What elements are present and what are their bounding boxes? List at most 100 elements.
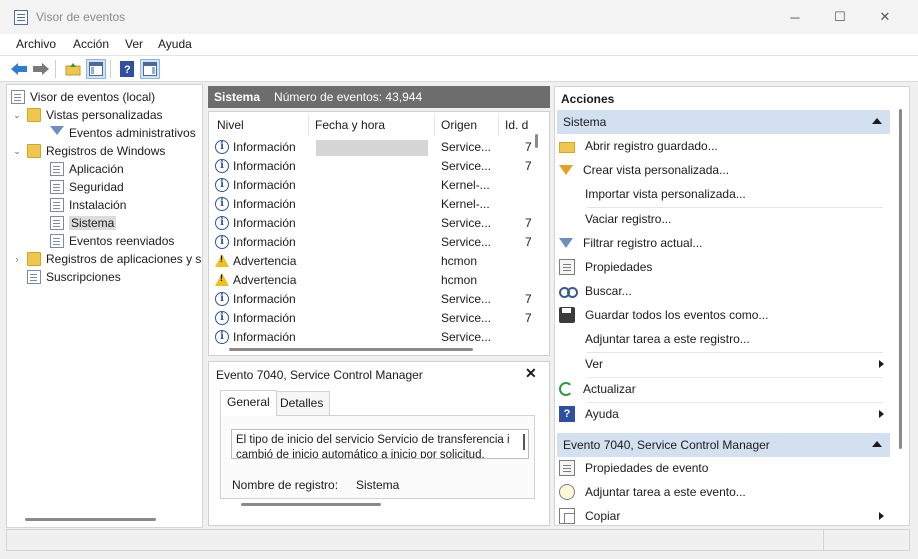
show-hide-tree-icon[interactable] bbox=[86, 59, 106, 79]
collapse-caret-icon[interactable] bbox=[872, 118, 882, 124]
event-id: 7 bbox=[525, 159, 532, 173]
blank-icon bbox=[559, 211, 575, 227]
close-button[interactable]: ✕ bbox=[862, 4, 908, 30]
up-folder-icon[interactable] bbox=[63, 59, 83, 79]
collapse-chevron-icon[interactable]: ⌄ bbox=[11, 146, 23, 157]
action-label: Ver bbox=[585, 357, 604, 371]
action-save-all-events[interactable]: Guardar todos los eventos como... bbox=[559, 304, 888, 326]
minimize-button[interactable]: ─ bbox=[772, 4, 818, 30]
collapse-chevron-icon[interactable]: ⌄ bbox=[11, 110, 23, 121]
information-icon: i bbox=[215, 311, 229, 325]
action-clear-log[interactable]: Vaciar registro... bbox=[559, 208, 888, 230]
expand-chevron-icon[interactable]: › bbox=[11, 254, 23, 264]
event-id: 7 bbox=[525, 292, 532, 306]
action-filter-current-log[interactable]: Filtrar registro actual... bbox=[559, 232, 888, 254]
description-scrollbar[interactable] bbox=[523, 434, 525, 450]
tree-item-apps-services-logs[interactable]: › Registros de aplicaciones y s bbox=[11, 250, 201, 268]
event-source: Service... bbox=[441, 311, 492, 325]
log-name-value: Sistema bbox=[356, 478, 400, 492]
status-divider bbox=[823, 530, 824, 550]
action-attach-task-to-log[interactable]: Adjuntar tarea a este registro... bbox=[559, 328, 888, 350]
save-disk-icon bbox=[559, 307, 575, 323]
back-arrow-icon[interactable] bbox=[9, 59, 29, 79]
toolbar-separator bbox=[55, 60, 56, 78]
action-label: Crear vista personalizada... bbox=[583, 163, 730, 177]
event-row[interactable]: ! Advertencia hcmon bbox=[209, 252, 539, 271]
menu-ver[interactable]: Ver bbox=[125, 37, 143, 51]
tree-item-label: Aplicación bbox=[69, 162, 124, 176]
column-header-datetime[interactable]: Fecha y hora bbox=[309, 114, 435, 136]
event-row[interactable]: i Información Service... bbox=[209, 328, 539, 347]
action-event-properties[interactable]: Propiedades de evento bbox=[559, 457, 888, 479]
tab-general[interactable]: General bbox=[220, 390, 277, 416]
events-horizontal-scrollbar[interactable] bbox=[229, 348, 473, 351]
event-row[interactable]: ! Advertencia hcmon bbox=[209, 271, 539, 290]
action-create-custom-view[interactable]: Crear vista personalizada... bbox=[559, 159, 888, 181]
event-row[interactable]: i Información Kernel-... bbox=[209, 176, 539, 195]
action-attach-task-to-event[interactable]: Adjuntar tarea a este evento... bbox=[559, 481, 888, 503]
action-view[interactable]: Ver bbox=[559, 353, 888, 375]
menu-accion[interactable]: Acción bbox=[73, 37, 109, 51]
event-row[interactable]: i Información Service... 7 bbox=[209, 233, 539, 252]
information-icon: i bbox=[215, 178, 229, 192]
tree-item-setup[interactable]: Instalación bbox=[50, 196, 126, 214]
actions-vertical-scrollbar[interactable] bbox=[899, 109, 902, 449]
event-row[interactable]: i Información Service... 7 bbox=[209, 138, 539, 157]
tree-item-root[interactable]: Visor de eventos (local) bbox=[11, 88, 155, 106]
action-refresh[interactable]: Actualizar bbox=[559, 378, 888, 400]
title-bar: Visor de eventos ─ ☐ ✕ bbox=[0, 0, 918, 34]
event-description[interactable]: El tipo de inicio del servicio Servicio … bbox=[231, 429, 529, 459]
close-detail-button[interactable]: ✕ bbox=[525, 365, 537, 382]
event-viewer-icon bbox=[11, 90, 25, 104]
event-source: Service... bbox=[441, 140, 492, 154]
filter-icon bbox=[50, 126, 64, 140]
tree-item-application[interactable]: Aplicación bbox=[50, 160, 124, 178]
toolbar-separator bbox=[110, 60, 111, 78]
tree-item-forwarded-events[interactable]: Eventos reenviados bbox=[50, 232, 174, 250]
action-find[interactable]: Buscar... bbox=[559, 280, 888, 302]
tree-item-subscriptions[interactable]: Suscripciones bbox=[27, 268, 121, 286]
tree-item-label: Eventos reenviados bbox=[69, 234, 175, 248]
tree-item-custom-views[interactable]: ⌄ Vistas personalizadas bbox=[11, 106, 163, 124]
menu-archivo[interactable]: Archivo bbox=[16, 37, 56, 51]
actions-section-system[interactable]: Sistema bbox=[557, 110, 890, 134]
show-hide-action-pane-icon[interactable] bbox=[140, 59, 160, 79]
tree-item-security[interactable]: Seguridad bbox=[50, 178, 124, 196]
tree-item-windows-logs[interactable]: ⌄ Registros de Windows bbox=[11, 142, 165, 160]
maximize-button[interactable]: ☐ bbox=[817, 4, 863, 30]
action-help[interactable]: ? Ayuda bbox=[559, 403, 888, 425]
tree-item-label: Visor de eventos (local) bbox=[30, 90, 156, 104]
event-source: hcmon bbox=[441, 254, 478, 268]
tree-item-admin-events[interactable]: Eventos administrativos bbox=[50, 124, 196, 142]
column-header-source[interactable]: Origen bbox=[435, 114, 499, 136]
event-level: Información bbox=[233, 216, 296, 230]
menu-ayuda[interactable]: Ayuda bbox=[158, 37, 192, 51]
event-level: Información bbox=[233, 330, 296, 344]
warning-mark: ! bbox=[220, 254, 223, 264]
event-count: Número de eventos: 43,944 bbox=[274, 90, 423, 104]
action-properties[interactable]: Propiedades bbox=[559, 256, 888, 278]
events-list: Nivel Fecha y hora Origen Id. d i Informa… bbox=[208, 111, 550, 356]
event-row[interactable]: i Información Service... 7 bbox=[209, 214, 539, 233]
event-row[interactable]: i Información Service... 7 bbox=[209, 290, 539, 309]
action-copy[interactable]: Copiar bbox=[559, 505, 888, 525]
actions-section-event[interactable]: Evento 7040, Service Control Manager bbox=[557, 433, 890, 457]
column-header-event-id[interactable]: Id. d bbox=[499, 114, 539, 136]
action-open-saved-log[interactable]: Abrir registro guardado... bbox=[559, 135, 888, 157]
folder-icon bbox=[27, 144, 41, 158]
help-icon[interactable]: ? bbox=[117, 59, 137, 79]
forward-arrow-icon[interactable] bbox=[31, 59, 51, 79]
events-vertical-scrollbar[interactable] bbox=[535, 134, 538, 148]
event-row[interactable]: i Información Service... 7 bbox=[209, 157, 539, 176]
event-row[interactable]: i Información Service... 7 bbox=[209, 309, 539, 328]
collapse-caret-icon[interactable] bbox=[872, 441, 882, 447]
tab-details[interactable]: Detalles bbox=[273, 391, 331, 415]
column-header-level[interactable]: Nivel bbox=[211, 114, 309, 136]
detail-horizontal-scrollbar[interactable] bbox=[241, 503, 381, 506]
folder-icon bbox=[27, 252, 41, 266]
action-import-custom-view[interactable]: Importar vista personalizada... bbox=[559, 183, 888, 205]
tree-item-system[interactable]: Sistema bbox=[50, 214, 117, 232]
event-row[interactable]: i Información Kernel-... bbox=[209, 195, 539, 214]
event-source: Kernel-... bbox=[441, 178, 490, 192]
tree-horizontal-scrollbar[interactable] bbox=[25, 518, 156, 521]
